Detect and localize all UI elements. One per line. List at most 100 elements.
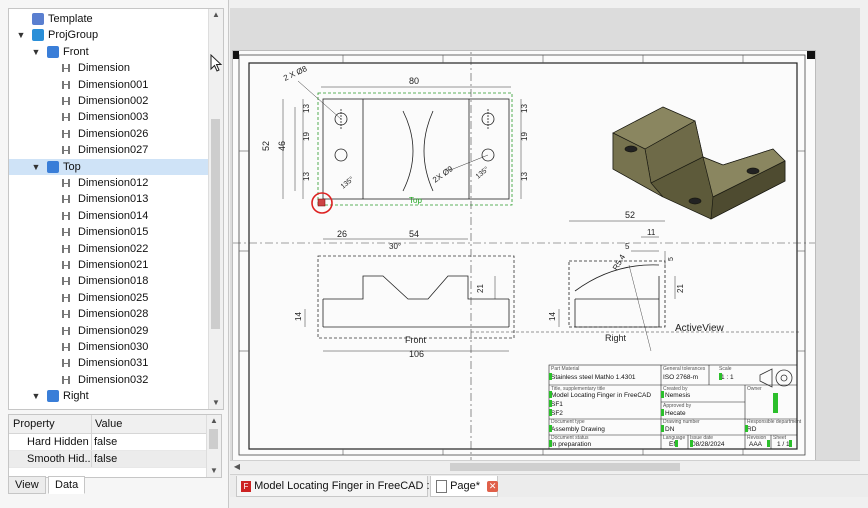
tree-scroll-thumb[interactable] (211, 119, 220, 329)
techdraw-page-view[interactable]: 80 52 46 13 19 13 13 19 13 2 X Ø8 2X Ø9 … (230, 8, 860, 460)
scale-value: 1 : 1 (721, 374, 734, 381)
property-row-hard-hidden[interactable]: Hard Hidden false (9, 434, 207, 451)
tree-item-dimension026[interactable]: Dimension026 (9, 126, 209, 142)
expand-arrow-icon[interactable]: ▼ (16, 27, 26, 43)
scroll-down-icon[interactable]: ▼ (209, 397, 223, 409)
tree-item-dimension012[interactable]: Dimension012 (9, 175, 209, 191)
tree-item-dimension002[interactable]: Dimension002 (9, 93, 209, 109)
page-horizontal-scrollbar[interactable]: ◀ (230, 460, 860, 473)
tree-item-front[interactable]: ▼ Front (9, 44, 209, 60)
tree-item-label: Dimension013 (78, 193, 149, 206)
tree-item-dimension018[interactable]: Dimension018 (9, 273, 209, 289)
expand-arrow-icon[interactable]: ▼ (31, 159, 41, 175)
tree-item-dimension013[interactable]: Dimension013 (9, 191, 209, 207)
tree-item-label: Dimension002 (78, 95, 149, 107)
tree-item-template[interactable]: Template (9, 11, 209, 27)
resp-dept-value: RD (747, 426, 757, 433)
property-panel: Property Value Hard Hidden false Smooth … (8, 414, 222, 478)
scroll-up-icon[interactable]: ▲ (209, 9, 223, 21)
dim-11: 11 (647, 228, 656, 237)
tree-item-dimension[interactable]: Dimension (9, 60, 209, 76)
lock-icon (317, 198, 326, 207)
tree-item-dimension028[interactable]: Dimension028 (9, 306, 209, 322)
tree-item-dimension022[interactable]: Dimension022 (9, 241, 209, 257)
svg-text:Part Material: Part Material (551, 366, 579, 372)
radius-dimension-icon (62, 129, 70, 138)
sheet-inner-frame (248, 62, 798, 450)
drawing-no-value: DN (665, 426, 675, 433)
radius-dimension-icon (62, 326, 70, 335)
angle-dimension-icon (62, 228, 70, 237)
tree-item-dimension030[interactable]: Dimension030 (9, 339, 209, 355)
tree-item-dimension014[interactable]: Dimension014 (9, 208, 209, 224)
mouse-cursor-icon (210, 54, 223, 72)
tree-item-dimension029[interactable]: Dimension029 (9, 323, 209, 339)
diameter-dimension-icon (62, 244, 70, 253)
view-icon (47, 160, 59, 173)
tree-item-dimension003[interactable]: Dimension003 (9, 109, 209, 125)
tab-data[interactable]: Data (48, 476, 86, 494)
tree-item-projgroup[interactable]: ▼ ProjGroup (9, 27, 209, 43)
frame-zone-ticks (239, 55, 805, 455)
tab-view[interactable]: View (8, 476, 46, 494)
isometric-3d-model (612, 106, 786, 220)
dim-54: 54 (409, 229, 419, 239)
combo-view-panel: Template ▼ ProjGroup ▼ Front Dimension Dimensi… (0, 0, 229, 508)
tab-page-document[interactable]: Page* ✕ (430, 476, 499, 497)
dim-13b: 13 (302, 172, 311, 181)
tree-item-dimension025[interactable]: Dimension025 (9, 290, 209, 306)
tree-item-dimension027[interactable]: Dimension027 (9, 142, 209, 158)
tree-item-dimension015[interactable]: Dimension015 (9, 224, 209, 240)
tree-item-label: Dimension003 (78, 111, 149, 124)
dim-13b-right: 13 (520, 172, 529, 181)
dim-5: 5 (625, 242, 630, 251)
view-icon (47, 390, 59, 403)
property-scroll-thumb[interactable] (209, 429, 218, 449)
sup1-value: SF1 (551, 401, 563, 408)
tree-item-right[interactable]: ▼ Right (9, 388, 209, 404)
doc-type-value: Assembly Drawing (551, 426, 605, 433)
drawing-sheet[interactable]: 80 52 46 13 19 13 13 19 13 2 X Ø8 2X Ø9 … (231, 9, 816, 460)
sheet-value: 1 / 1 (777, 441, 790, 448)
dim-21: 21 (476, 284, 485, 293)
value-column-header[interactable]: Value (95, 418, 122, 430)
expand-arrow-icon[interactable]: ▼ (31, 44, 41, 60)
dim-14-right: 14 (548, 312, 557, 321)
right-view-label: Right (605, 333, 627, 343)
scroll-left-icon[interactable]: ◀ (230, 461, 244, 473)
tree-item-label: Dimension029 (78, 324, 149, 337)
dim-height-52: 52 (261, 141, 271, 151)
template-icon (32, 13, 44, 25)
column-divider[interactable] (91, 415, 92, 433)
expand-arrow-icon[interactable]: ▼ (31, 388, 41, 404)
close-icon[interactable]: ✕ (487, 480, 499, 492)
dim-r5-4: R5.4 (611, 252, 628, 272)
scroll-up-icon[interactable]: ▲ (207, 415, 221, 427)
tree-item-dimension032[interactable]: Dimension032 (9, 372, 209, 388)
tree-item-top[interactable]: ▼ Top (9, 158, 209, 175)
property-scrollbar[interactable]: ▲ ▼ (206, 415, 221, 477)
column-divider (91, 451, 92, 467)
panel-tabs: View Data (8, 476, 220, 494)
radius-dimension-icon (62, 310, 70, 319)
angle-dimension-icon (62, 211, 70, 220)
tree-item-label: Dimension027 (78, 144, 149, 157)
dim-angle-135a: 135° (339, 175, 355, 191)
radius-dimension-icon (62, 359, 70, 368)
svg-text:Document type: Document type (551, 419, 585, 425)
tree-item-dimension021[interactable]: Dimension021 (9, 257, 209, 273)
property-value[interactable]: false (94, 434, 117, 450)
front-view-label: Front (405, 335, 427, 345)
page-scroll-thumb[interactable] (450, 463, 680, 471)
dim-19-right: 19 (520, 132, 529, 141)
dim-30-deg: 30° (389, 242, 401, 251)
dim-13-right: 13 (520, 104, 529, 113)
tree-item-label: Dimension032 (78, 373, 149, 386)
property-value[interactable]: false (94, 451, 117, 467)
property-column-header[interactable]: Property (13, 418, 55, 430)
tree-item-dimension031[interactable]: Dimension031 (9, 355, 209, 371)
tree-item-dimension001[interactable]: Dimension001 (9, 77, 209, 93)
tab-model-document[interactable]: F Model Locating Finger in FreeCAD : 1* … (236, 476, 462, 497)
property-row-smooth-hidden[interactable]: Smooth Hid... false (9, 451, 207, 468)
horizontal-dimension-icon (62, 64, 70, 73)
